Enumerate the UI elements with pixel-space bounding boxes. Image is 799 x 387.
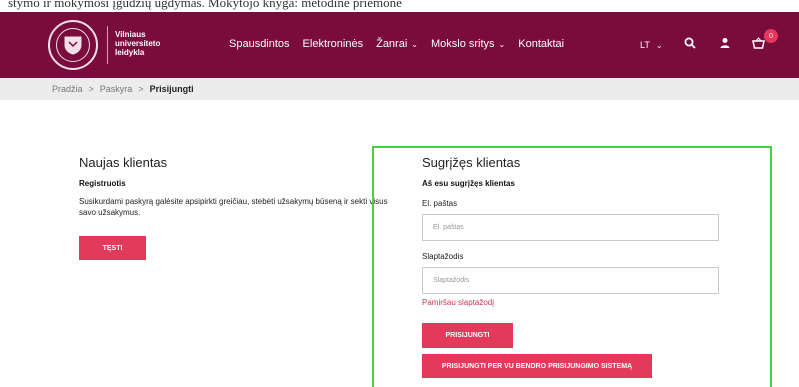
logo-line-1: Vilniaus xyxy=(115,30,146,39)
breadcrumb-separator: > xyxy=(88,84,94,94)
breadcrumb-link-account[interactable]: Paskyra xyxy=(100,84,133,94)
language-selector[interactable]: LT ⌄ xyxy=(640,40,663,50)
chevron-down-icon: ⌄ xyxy=(655,40,663,50)
nav-label: Žanrai xyxy=(376,38,408,50)
logo-line-2: universiteto xyxy=(115,39,161,48)
nav-label: Kontaktai xyxy=(518,38,565,50)
password-label: Slaptažodis xyxy=(422,252,464,261)
password-field[interactable]: Slaptažodis xyxy=(422,267,719,294)
publisher-name[interactable]: Vilniaus universiteto leidykla xyxy=(115,30,160,57)
nav-item-elektronines[interactable]: Elektroninės xyxy=(303,38,364,50)
logo-line-3: leidykla xyxy=(115,48,145,57)
continue-button[interactable]: Tęsti xyxy=(79,236,146,260)
register-heading: Registruotis xyxy=(79,179,126,188)
breadcrumb-link-home[interactable]: Pradžia xyxy=(52,84,83,94)
seal-inner xyxy=(56,28,90,62)
nav-label: Mokslo sritys xyxy=(430,38,495,50)
returning-customer-section: Sugrįžęs klientas Aš esu sugrįžęs klient… xyxy=(422,155,722,307)
new-customer-title: Naujas klientas xyxy=(79,155,168,170)
language-label: LT xyxy=(640,40,650,50)
top-strip: stymo ir mokymosi įgūdžių ugdymas. Mokyt… xyxy=(0,0,799,12)
nav-label: Spausdintos xyxy=(229,38,290,50)
basket-icon[interactable] xyxy=(752,36,765,54)
cart-count-badge: 0 xyxy=(764,29,778,43)
returning-customer-subtitle: Aš esu sugrįžęs klientas xyxy=(422,179,515,188)
nav-item-mokslo-sritys[interactable]: Mokslo sritys ⌄ xyxy=(431,38,505,50)
chevron-down-icon: ⌄ xyxy=(498,39,506,49)
nav-item-zanrai[interactable]: Žanrai ⌄ xyxy=(376,38,418,50)
user-icon[interactable] xyxy=(719,36,731,54)
breadcrumb-bar: Pradžia > Paskyra > Prisijungti xyxy=(0,78,799,100)
logo-divider xyxy=(107,26,108,64)
new-customer-section: Naujas klientas Registruotis Susikurdami… xyxy=(79,155,389,218)
password-placeholder: Slaptažodis xyxy=(433,277,470,284)
email-label: El. paštas xyxy=(422,199,458,208)
register-description: Susikurdami paskyrą galėsite apsipirkti … xyxy=(79,197,388,217)
breadcrumb: Pradžia > Paskyra > Prisijungti xyxy=(52,84,194,94)
main-nav: Spausdintos Elektroninės Žanrai ⌄ Mokslo… xyxy=(229,38,577,50)
nav-item-kontaktai[interactable]: Kontaktai xyxy=(518,38,564,50)
shield-icon xyxy=(64,36,82,55)
breadcrumb-separator: > xyxy=(138,84,144,94)
site-header: Vilniaus universiteto leidykla Spausdint… xyxy=(0,12,799,78)
vu-login-button[interactable]: Prisijungti per VU bendro prisijungimo s… xyxy=(422,354,652,378)
search-icon[interactable] xyxy=(684,36,696,54)
university-seal-logo[interactable] xyxy=(48,20,98,70)
nav-label: Elektroninės xyxy=(302,38,364,50)
breadcrumb-current: Prisijungti xyxy=(149,84,194,94)
top-strip-text: stymo ir mokymosi įgūdžių ugdymas. Mokyt… xyxy=(8,0,402,10)
email-placeholder: El. paštas xyxy=(433,224,464,231)
login-button[interactable]: Prisijungti xyxy=(422,323,513,348)
forgot-password-link[interactable]: Pamiršau slaptažodį xyxy=(422,298,722,307)
returning-customer-title: Sugrįžęs klientas xyxy=(422,155,521,170)
email-field[interactable]: El. paštas xyxy=(422,214,719,241)
nav-item-spausdintos[interactable]: Spausdintos xyxy=(229,38,290,50)
chevron-down-icon: ⌄ xyxy=(411,39,418,49)
